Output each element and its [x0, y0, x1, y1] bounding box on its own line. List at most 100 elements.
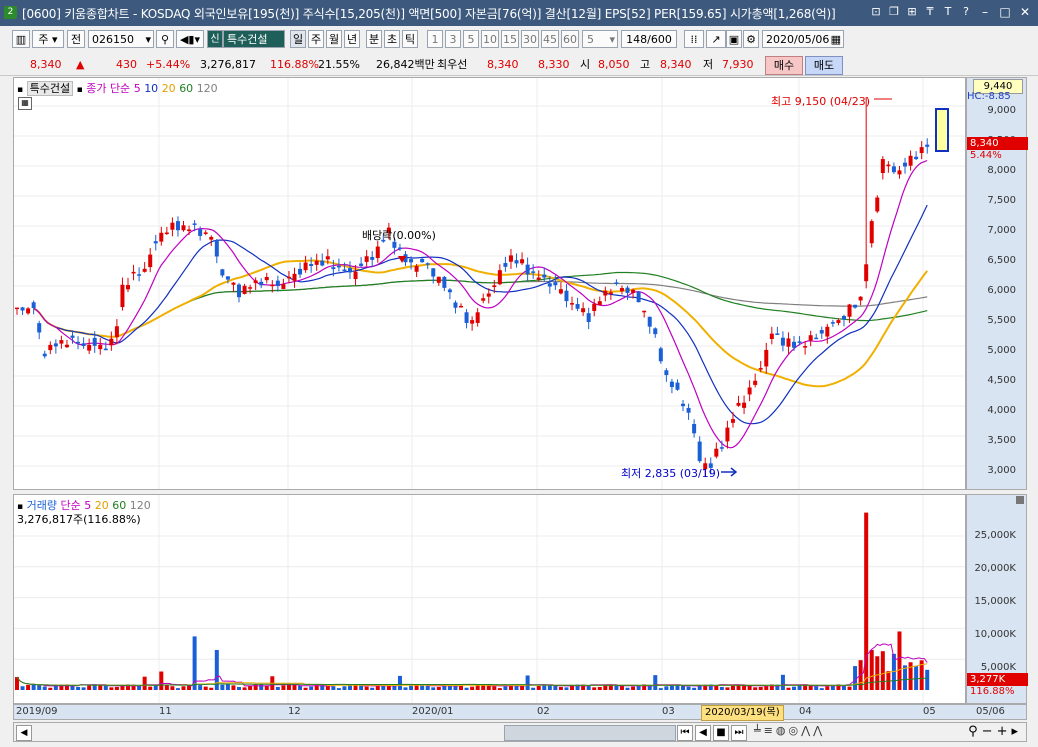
date-tick-label: 04 — [799, 706, 812, 717]
sound-icon[interactable]: ◀▮▾ — [176, 30, 204, 48]
date-value: 2020/05/06 — [766, 33, 830, 46]
period-tick[interactable]: 틱 — [402, 30, 418, 48]
interval-3[interactable]: 3 — [445, 30, 461, 48]
line-tool-icon[interactable]: ╧ — [754, 724, 764, 737]
candle-body — [453, 302, 458, 308]
legend-ma-label: 종가 단순 — [86, 82, 131, 95]
period-select[interactable]: 주 ▾ — [32, 30, 64, 48]
stock-name-field[interactable]: 특수건설 — [223, 30, 285, 48]
search-icon[interactable]: ⚲ — [156, 30, 174, 48]
maximize-button[interactable]: □ — [996, 4, 1014, 20]
save-icon[interactable]: ▣ — [726, 30, 742, 48]
close-button[interactable]: ✕ — [1016, 4, 1034, 20]
volume-bar — [459, 685, 464, 690]
candle-body — [792, 341, 797, 348]
sell-button[interactable]: 매도 — [805, 56, 843, 75]
candle-body — [903, 162, 908, 167]
volume-bar — [231, 685, 236, 690]
zoom-out-icon[interactable]: ⚲ — [968, 724, 982, 739]
prev-icon[interactable]: ◀ — [695, 725, 711, 741]
volume-bar — [209, 687, 214, 690]
candle-body — [397, 247, 402, 250]
interval-15[interactable]: 15 — [501, 30, 519, 48]
next-icon[interactable]: ⏭ — [731, 725, 747, 741]
volume-bar — [114, 686, 119, 690]
stop-icon[interactable]: ■ — [713, 725, 729, 741]
dock-icon[interactable]: ⊡ — [868, 4, 884, 20]
plus-icon[interactable]: + — [997, 724, 1012, 739]
candle-body — [359, 263, 364, 266]
stock-code-input[interactable]: 026150 ▾ — [88, 30, 154, 48]
scroll-thumb[interactable] — [504, 725, 676, 741]
circle-tool-icon[interactable]: ◍ — [776, 724, 789, 737]
period-second[interactable]: 초 — [384, 30, 400, 48]
volume-bar — [653, 675, 658, 690]
price-axis[interactable]: 9,440 9,0008,5008,0007,5007,0006,5006,00… — [966, 77, 1028, 490]
date-tick-label: 05 — [923, 706, 936, 717]
calendar-icon[interactable]: ▦ — [831, 31, 841, 47]
copy-window-icon[interactable]: ❐ — [886, 4, 902, 20]
candle-body — [825, 326, 830, 337]
pattern-tool-icon[interactable]: ⋀⋀ — [801, 724, 825, 737]
volume-bar — [375, 685, 380, 690]
candle-body — [814, 337, 819, 340]
minimize-button[interactable]: – — [976, 4, 994, 20]
bottom-scrollbar[interactable]: ◀ ⏮ ◀ ■ ⏭ ╧≡◍◎⋀⋀ ⚲−+▸ — [13, 722, 1027, 742]
chevron-down-icon[interactable]: ▾ — [145, 31, 151, 47]
volume-bar — [81, 687, 86, 690]
period-week[interactable]: 주 — [308, 30, 324, 48]
close-pane-icon[interactable] — [1016, 496, 1024, 504]
candle-body — [348, 268, 353, 273]
candle-body — [320, 260, 325, 266]
volume-bar — [203, 686, 208, 690]
interval-10[interactable]: 10 — [481, 30, 499, 48]
period-month[interactable]: 월 — [326, 30, 342, 48]
help-icon[interactable]: ? — [958, 4, 974, 20]
period-year[interactable]: 년 — [344, 30, 360, 48]
candle-body — [431, 268, 436, 277]
period-day[interactable]: 일 — [290, 30, 306, 48]
chart-menu-icon[interactable]: ▥ — [12, 30, 30, 48]
candle-body — [619, 288, 624, 292]
candle-body — [237, 284, 242, 298]
volume-bar — [159, 671, 164, 690]
volume-bar — [286, 684, 291, 690]
volume-axis[interactable]: 25,000K 20,000K 15,000K 10,000K 5,000K 3,277K… — [966, 494, 1028, 704]
range-input[interactable]: 148/600 — [621, 30, 677, 48]
interval-30[interactable]: 30 — [521, 30, 539, 48]
date-input[interactable]: 2020/05/06 ▦ — [762, 30, 844, 48]
hline-tool-icon[interactable]: ≡ — [764, 724, 776, 737]
volume-bar — [619, 685, 624, 690]
period-minute[interactable]: 분 — [366, 30, 382, 48]
candle-body — [586, 313, 591, 322]
volume-bar — [625, 687, 630, 690]
pin-icon[interactable]: ₸ — [922, 4, 938, 20]
draw-tool-icon[interactable]: ↗ — [706, 30, 726, 48]
candle-body — [520, 259, 525, 264]
volume-bar — [797, 685, 802, 690]
volume-chart-pane[interactable]: ▪ 거래량 단순 5 20 60 120 3,276,817주(116.88%) — [13, 494, 966, 704]
zoom-icon[interactable]: ◎ — [788, 724, 801, 737]
volume: 3,276,817 — [200, 58, 256, 71]
text-icon[interactable]: T — [940, 4, 956, 20]
interval-60[interactable]: 60 — [561, 30, 579, 48]
chevron-down-icon[interactable]: ▾ — [609, 31, 615, 47]
grid-icon[interactable]: ⁞⁞ — [684, 30, 704, 48]
right-arrow-icon[interactable]: ▸ — [1011, 724, 1022, 739]
count-select[interactable]: 5 ▾ — [582, 30, 618, 48]
bullet-icon: ▪ — [17, 85, 24, 95]
minus-icon[interactable]: − — [982, 724, 997, 739]
interval-5[interactable]: 5 — [463, 30, 479, 48]
stock-code-value: 026150 — [92, 33, 134, 46]
scroll-left-icon[interactable]: ◀ — [16, 725, 32, 741]
first-icon[interactable]: ⏮ — [677, 725, 693, 741]
interval-45[interactable]: 45 — [541, 30, 559, 48]
prev-button[interactable]: 전 — [67, 30, 85, 48]
price-chart-pane[interactable]: ▪ 특수건설 ▪ 종가 단순 5 10 20 60 120 ▦ 최고 9,150… — [13, 77, 966, 490]
gear-icon[interactable]: ⚙ — [743, 30, 759, 48]
layout-icon[interactable]: ⊞ — [904, 4, 920, 20]
candle-body — [558, 289, 563, 294]
buy-button[interactable]: 매수 — [765, 56, 803, 75]
table-toggle-icon[interactable]: ▦ — [18, 97, 32, 110]
interval-1[interactable]: 1 — [427, 30, 443, 48]
